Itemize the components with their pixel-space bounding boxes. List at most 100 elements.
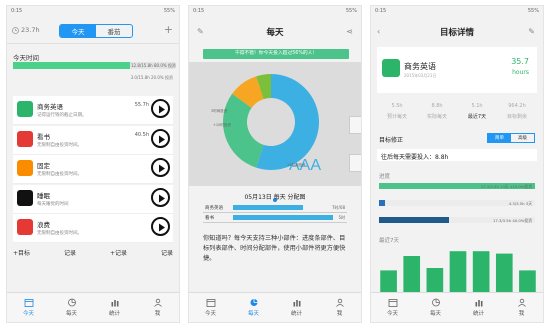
date-title: 05月13日 每天 分配图 <box>244 194 306 201</box>
calendar-icon <box>206 299 215 307</box>
status-time: 0:15 <box>11 8 23 14</box>
slice-label: +10时投资 <box>213 122 231 127</box>
bottom-tabbar: 今天 每天 统计 我 <box>7 292 179 322</box>
goal-date: 2015年03月21日 <box>404 73 437 78</box>
recent-bar <box>426 268 444 292</box>
tab-label: 我 <box>518 311 525 317</box>
bottom-tabbar: 今天 每天 统计 我 <box>189 292 361 322</box>
stat-item: 5.1h 最近7天 <box>457 100 497 126</box>
pencil-icon[interactable]: ✎ <box>528 27 535 36</box>
phone-daily-screen: 0:15 55% ✎ 每天 ⋖ 干得不错！你今天投入超过56%的人！ AAA 3… <box>188 5 362 323</box>
status-time: 0:15 <box>193 8 205 14</box>
tab-label: 今天 <box>22 311 34 317</box>
yesterday-progress-label: 3.0/15.8h 20.0% 投资 <box>130 75 173 80</box>
record-button[interactable]: 记录 <box>64 248 76 257</box>
goal-card: 商务英语 2015年03月21日 35.7 hours <box>377 47 537 93</box>
tab-stats-bottom[interactable]: 统计 <box>275 293 318 322</box>
play-button[interactable] <box>151 128 170 148</box>
progress-fill <box>379 217 450 223</box>
status-time: 0:15 <box>375 8 387 14</box>
mode-tabs: 今天 番茄 <box>59 24 133 38</box>
tab-label: 我 <box>336 311 343 317</box>
play-icon <box>159 194 165 202</box>
recent-bar <box>495 253 513 292</box>
tab-today[interactable]: 今天 <box>60 25 96 37</box>
allocation-table: 商务英语 7时/08 看书 5时 <box>203 203 347 223</box>
stat-value: 8.8h <box>431 103 443 109</box>
recent-bar <box>472 251 490 292</box>
tab-stats-bottom[interactable]: 统计 <box>457 293 500 322</box>
book-icon <box>17 101 33 117</box>
phone-today-screen: 0:15 55% 23.7h 今天 番茄 + 今天时间 12.8/15.8h 8… <box>6 5 180 323</box>
next-page-arrow[interactable] <box>349 116 361 134</box>
tab-today-bottom[interactable]: 今天 <box>371 293 414 322</box>
bar-chart-icon <box>475 300 482 307</box>
allocation-chart: AAA 3时间投资 +10时投资 12时间投资 <box>211 74 321 174</box>
time-readout: 23.7h <box>12 26 40 34</box>
stat-value: 964.2h <box>508 103 526 109</box>
goal-hours-value: 35.7 <box>511 57 529 66</box>
book-icon <box>17 130 33 147</box>
play-button[interactable] <box>151 187 170 207</box>
add-goal-button[interactable]: +目标 <box>13 248 30 257</box>
mode-advanced-button[interactable]: 高级 <box>511 134 534 142</box>
progress-label: 17.3/3.5h 13天 115.0%投资 <box>480 183 532 189</box>
play-button[interactable] <box>151 99 170 118</box>
status-battery: 55% <box>345 8 357 14</box>
tab-label: 每天 <box>65 311 77 317</box>
tab-stats-bottom[interactable]: 统计 <box>93 293 136 322</box>
plus-icon[interactable]: + <box>164 24 173 36</box>
tab-label: 统计 <box>108 311 120 317</box>
list-item[interactable]: 看书 无限制自由投资时间。 40.5h <box>13 125 173 155</box>
calendar-icon <box>388 299 397 307</box>
user-icon <box>517 298 526 307</box>
stat-item: 964.2h 目标剩余 <box>497 100 537 126</box>
tab-me-bottom[interactable]: 我 <box>136 293 179 322</box>
page-title: 每天 <box>266 28 284 38</box>
user-icon <box>335 298 344 307</box>
recent-title: 最近7天 <box>379 238 399 244</box>
play-icon <box>159 223 165 232</box>
goal-name: 商务英语 <box>404 62 436 71</box>
tab-today-bottom[interactable]: 今天 <box>7 293 50 322</box>
stat-item: 5.5h 预计每天 <box>377 100 417 126</box>
share-icon[interactable]: ⋖ <box>346 27 353 36</box>
list-item[interactable]: 固定 无限制自由投资时间。 <box>13 155 173 184</box>
stat-label: 目标剩余 <box>506 114 527 120</box>
tab-me-bottom[interactable]: 我 <box>500 293 543 322</box>
pie-slice <box>223 93 264 168</box>
mode-simple-button[interactable]: 简单 <box>488 134 511 142</box>
today-progress-label: 12.8/15.8h 80.0% 投资 <box>131 63 176 68</box>
pie-icon <box>67 298 76 307</box>
item-desc: 无限制自由投资时间。 <box>37 231 82 236</box>
stat-label: 最近7天 <box>467 114 487 120</box>
list-item[interactable]: 浪费 无限制自由投资时间。 <box>13 214 173 243</box>
tab-daily-bottom[interactable]: 每天 <box>414 293 457 322</box>
progress-label: 17.3/3.5h 40.0%投资 <box>492 217 532 223</box>
tab-daily-bottom[interactable]: 每天 <box>232 293 275 322</box>
list-item[interactable]: 商务英语 记得运行钱的截止日期。 55.7h <box>13 96 173 125</box>
record-button-2[interactable]: 记录 <box>161 248 173 257</box>
recent-bar <box>380 270 397 292</box>
list-item[interactable]: 睡眠 每天睡觉的时间 <box>13 184 173 214</box>
tab-today-bottom[interactable]: 今天 <box>189 293 232 322</box>
item-name: 浪费 <box>37 221 50 229</box>
tab-tomato[interactable]: 番茄 <box>96 25 132 37</box>
play-button[interactable] <box>151 217 170 236</box>
play-icon <box>159 105 165 114</box>
phone-goal-detail-screen: 0:15 55% ‹ 目标详情 ✎ 商务英语 2015年03月21日 35.7 … <box>370 5 544 323</box>
status-bar: 0:15 55% <box>189 6 361 16</box>
row-label: 看书 <box>205 216 214 221</box>
item-desc: 无限制自由投资时间。 <box>37 172 82 177</box>
tab-daily-bottom[interactable]: 每天 <box>50 293 93 322</box>
play-button[interactable] <box>151 158 170 177</box>
prev-page-arrow[interactable] <box>349 154 361 172</box>
slice-label: 12时间投资 <box>287 162 306 167</box>
calendar-icon <box>24 299 33 307</box>
stat-value: 5.1h <box>471 103 483 109</box>
progress-bar: 17.3/3.5h 13天 115.0%投资 <box>379 183 535 189</box>
status-bar: 0:15 55% <box>7 6 179 16</box>
bar-chart-icon <box>111 300 118 307</box>
add-record-button[interactable]: +记录 <box>110 248 127 257</box>
tab-me-bottom[interactable]: 我 <box>318 293 361 322</box>
